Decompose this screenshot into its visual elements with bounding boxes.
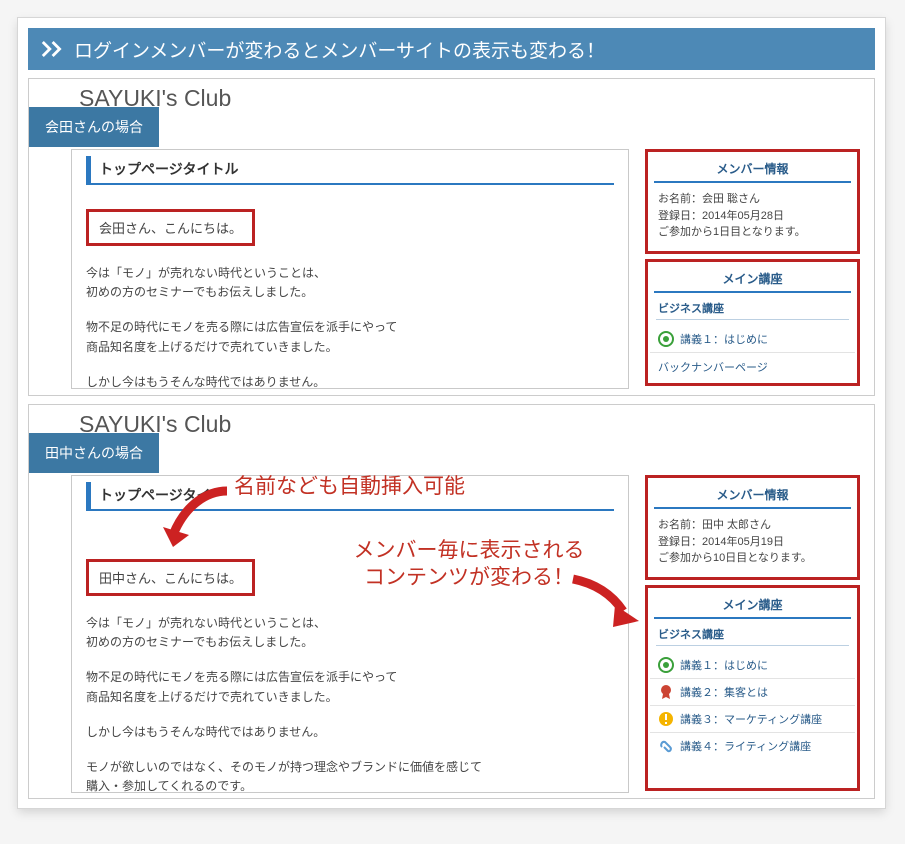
- body-text: しかし今はもうそんな時代ではありません。: [86, 723, 614, 742]
- arrow-icon: [567, 573, 645, 631]
- lecture-subtitle: ビジネス講座: [656, 297, 849, 320]
- scene-aida: SAYUKI's Club 会田さんの場合 トップページタイトル 会田さん、こん…: [28, 78, 875, 396]
- body-text: 今は「モノ」が売れない時代ということは、 初めの方のセミナーでもお伝えしました。: [86, 264, 614, 302]
- lesson-item[interactable]: 講義２：集客とは: [650, 679, 855, 706]
- clip-icon: [658, 738, 674, 754]
- member-info-panel: メンバー情報 お名前：田中 太郎さん 登録日：2014年05月19日 ご参加から…: [645, 475, 860, 580]
- member-regdate: 登録日：2014年05月28日: [658, 208, 847, 225]
- main-lecture-panel: メイン講座 ビジネス講座 講義１：はじめに 講義２：集客とは 講義３：マーケティ…: [645, 585, 860, 791]
- lesson-item[interactable]: 講義１：はじめに: [650, 326, 855, 353]
- member-name: お名前：会田 聡さん: [658, 191, 847, 208]
- greeting-highlight: 会田さん、こんにちは。: [86, 209, 255, 246]
- body-text: 物不足の時代にモノを売る際には広告宣伝を派手にやって 商品知名度を上げるだけで売…: [86, 318, 614, 356]
- member-info-title: メンバー情報: [654, 156, 851, 183]
- lesson-item[interactable]: 講義１：はじめに: [650, 652, 855, 679]
- member-info-panel: メンバー情報 お名前：会田 聡さん 登録日：2014年05月28日 ご参加から1…: [645, 149, 860, 254]
- bullseye-icon: [658, 331, 674, 347]
- body-text: モノが欲しいのではなく、そのモノが持つ理念やブランドに価値を感じて 購入・参加し…: [86, 758, 614, 796]
- member-info-title: メンバー情報: [654, 482, 851, 509]
- callout-name-insert: 名前なども自動挿入可能: [234, 473, 465, 500]
- main-panel: トップページタイ 田中さん、こんにちは。 今は「モノ」が売れない時代ということは…: [71, 475, 629, 793]
- body-text: 物不足の時代にモノを売る際には広告宣伝を派手にやって 商品知名度を上げるだけで売…: [86, 668, 614, 706]
- member-days: ご参加から1日目となります。: [658, 224, 847, 241]
- banner-title: ログインメンバーが変わるとメンバーサイトの表示も変わる！: [74, 36, 605, 63]
- member-days: ご参加から10日目となります。: [658, 550, 847, 567]
- lesson-label: 講義４：ライティング講座: [680, 738, 811, 754]
- lesson-label: 講義１：はじめに: [680, 657, 768, 673]
- backnumber-link[interactable]: バックナンバーページ: [650, 353, 855, 381]
- case-badge-tanaka: 田中さんの場合: [29, 433, 159, 473]
- body-text: しかし今はもうそんな時代ではありません。: [86, 373, 614, 392]
- member-regdate: 登録日：2014年05月19日: [658, 534, 847, 551]
- bullseye-icon: [658, 657, 674, 673]
- member-name: お名前：田中 太郎さん: [658, 517, 847, 534]
- body-text: 今は「モノ」が売れない時代ということは、 初めの方のセミナーでもお伝えしました。: [86, 614, 614, 652]
- chevron-double-right-icon: [40, 38, 68, 60]
- lecture-subtitle: ビジネス講座: [656, 623, 849, 646]
- arrow-icon: [157, 485, 237, 557]
- club-title: SAYUKI's Club: [79, 85, 874, 112]
- lesson-label: 講義３：マーケティング講座: [680, 711, 822, 727]
- warning-icon: [658, 711, 674, 727]
- lesson-item[interactable]: 講義４：ライティング講座: [650, 733, 855, 759]
- lesson-label: 講義１：はじめに: [680, 331, 768, 347]
- scene-tanaka: SAYUKI's Club 田中さんの場合 トップページタイ 田中さん、こんにち…: [28, 404, 875, 799]
- greeting-highlight: 田中さん、こんにちは。: [86, 559, 255, 596]
- page-title: トップページタイトル: [86, 156, 614, 185]
- lecture-title: メイン講座: [654, 266, 851, 293]
- lecture-title: メイン講座: [654, 592, 851, 619]
- banner: ログインメンバーが変わるとメンバーサイトの表示も変わる！: [28, 28, 875, 70]
- main-lecture-panel: メイン講座 ビジネス講座 講義１：はじめに バックナンバーページ: [645, 259, 860, 386]
- lesson-item[interactable]: 講義３：マーケティング講座: [650, 706, 855, 733]
- lesson-label: 講義２：集客とは: [680, 684, 768, 700]
- main-panel: トップページタイトル 会田さん、こんにちは。 今は「モノ」が売れない時代というこ…: [71, 149, 629, 389]
- case-badge-aida: 会田さんの場合: [29, 107, 159, 147]
- ribbon-icon: [658, 684, 674, 700]
- club-title: SAYUKI's Club: [79, 411, 874, 438]
